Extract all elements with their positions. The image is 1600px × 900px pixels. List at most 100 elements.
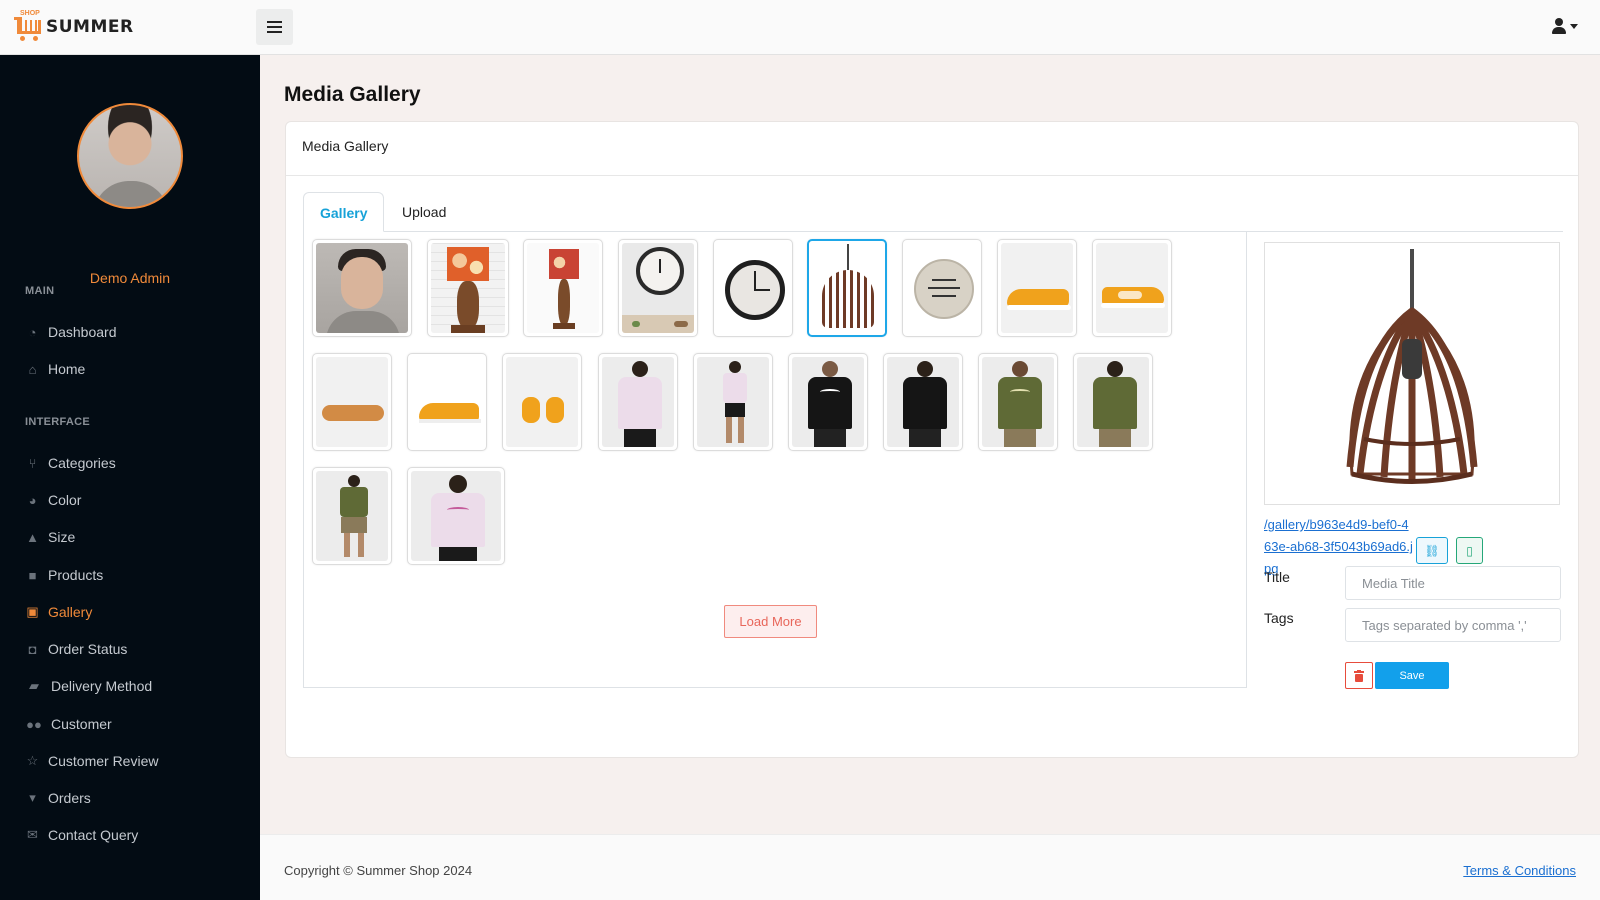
sidebar-item-size[interactable]: ▲ Size [25,529,75,545]
tshirt-pink-front-image [411,471,501,561]
star-icon: ☆ [26,753,39,768]
sidebar-item-products[interactable]: ■ Products [25,567,104,583]
avatar [77,103,183,209]
delete-media-button[interactable] [1345,662,1373,689]
gallery-item[interactable] [883,353,963,451]
sidebar-item-order-status[interactable]: ◘ Order Status [25,641,128,657]
user-menu-dropdown[interactable] [1552,18,1578,34]
sneaker-orange-side-image [1001,243,1073,333]
sidebar-item-customer[interactable]: ●● Customer [25,716,112,732]
sneaker-sole-image [316,357,388,447]
lamp-orange-floral-image [431,243,505,333]
gallery-item[interactable] [693,353,773,451]
save-button[interactable]: Save [1375,662,1449,689]
man-portrait-image [316,243,408,333]
caret-down-icon [1570,23,1578,29]
gallery-item[interactable] [618,239,698,337]
page-title: Media Gallery [284,83,421,106]
gallery-item[interactable] [788,353,868,451]
clipboard-icon: ▯ [1466,543,1473,558]
gallery-item[interactable] [902,239,982,337]
sidebar-item-delivery-method[interactable]: ▰ Delivery Method [25,678,152,694]
gallery-item[interactable] [523,239,603,337]
tshirt-olive-back-image [1077,357,1149,447]
message-icon: ✉ [27,827,38,842]
section-label-interface: INTERFACE [25,416,91,428]
media-tags-input[interactable] [1345,608,1561,642]
tab-gallery[interactable]: Gallery [303,192,385,232]
sidebar-item-contact-query[interactable]: ✉ Contact Query [25,827,138,843]
gallery-item[interactable] [407,353,487,451]
copy-clipboard-button[interactable]: ▯ [1456,537,1483,564]
home-icon: ⌂ [28,361,37,377]
gallery-item[interactable] [997,239,1077,337]
tshirt-black-front-image [792,357,864,447]
sneaker-orange-side-2-image [1096,243,1168,333]
cart-logo-icon: SHOP [14,10,44,42]
brand-logo[interactable]: SHOP SUMMER [14,10,134,44]
sidebar: Demo Admin MAIN ◔ Dashboard ⌂ Home INTER… [0,55,260,900]
bell-icon: ▲ [26,529,39,545]
sidebar-item-dashboard[interactable]: ◔ Dashboard [25,324,117,340]
sneaker-orange-angle-image [411,357,483,447]
gallery-item[interactable] [427,239,509,337]
sidebar-item-color[interactable]: ◕ Color [25,492,82,508]
gallery-item[interactable] [502,353,582,451]
truck-icon: ▰ [29,678,39,693]
link-icon: ⛓ [1424,543,1440,558]
card-header: Media Gallery [286,122,1578,176]
sidebar-item-customer-review[interactable]: ☆ Customer Review [25,753,159,769]
copyright-text: Copyright © Summer Shop 2024 [284,863,473,878]
gallery-item[interactable] [1092,239,1172,337]
bag-icon: ◘ [28,641,37,657]
title-label: Title [1264,569,1290,585]
gallery-item-selected[interactable] [807,239,887,337]
sidebar-item-orders[interactable]: ▾ Orders [25,790,91,806]
section-label-main: MAIN [25,285,55,297]
footer: Copyright © Summer Shop 2024 Terms & Con… [260,834,1600,900]
wooden-pendant-lamp-image [812,244,882,332]
hamburger-icon [267,21,282,23]
sidebar-item-categories[interactable]: ⑂ Categories [25,455,116,471]
gallery-item[interactable] [713,239,793,337]
media-preview [1264,242,1560,505]
sidebar-item-home[interactable]: ⌂ Home [25,361,86,377]
wall-clock-room-image [622,243,694,333]
gallery-grid: Load More [303,231,1247,688]
copy-link-button[interactable]: ⛓ [1416,537,1448,564]
gallery-item[interactable] [312,353,392,451]
wall-clock-beige-image [906,243,978,333]
tshirt-olive-model-image [316,471,388,561]
wall-clock-black-image [717,243,789,333]
images-icon: ▣ [26,604,39,619]
gallery-item[interactable] [407,467,505,565]
palette-icon: ◕ [28,492,37,508]
gallery-item[interactable] [312,239,412,337]
media-gallery-card: Media Gallery Gallery Upload Load More /… [285,121,1579,758]
logo-small-text: SHOP [20,10,40,17]
box-icon: ■ [28,567,37,583]
tab-upload[interactable]: Upload [386,192,462,232]
admin-name: Demo Admin [89,270,171,286]
cart-icon: ▾ [29,790,36,805]
gallery-item[interactable] [978,353,1058,451]
categories-icon: ⑂ [28,455,37,471]
trash-icon [1354,669,1364,682]
lamp-red-floral-image [527,243,599,333]
users-icon: ●● [26,716,42,732]
gallery-item[interactable] [312,467,392,565]
dashboard-icon: ◔ [28,324,37,340]
top-navbar: SHOP SUMMER [0,0,1600,55]
tags-label: Tags [1264,610,1294,626]
load-more-button[interactable]: Load More [724,605,817,638]
wooden-pendant-lamp-preview [1346,248,1478,484]
gallery-item[interactable] [1073,353,1153,451]
terms-link[interactable]: Terms & Conditions [1463,863,1576,878]
media-title-input[interactable] [1345,566,1561,600]
tshirt-pink-model-image [697,357,769,447]
tshirt-olive-front-image [982,357,1054,447]
tshirt-black-back-image [887,357,959,447]
gallery-item[interactable] [598,353,678,451]
sidebar-item-gallery[interactable]: ▣ Gallery [25,604,92,620]
sidebar-toggle-button[interactable] [256,9,293,45]
